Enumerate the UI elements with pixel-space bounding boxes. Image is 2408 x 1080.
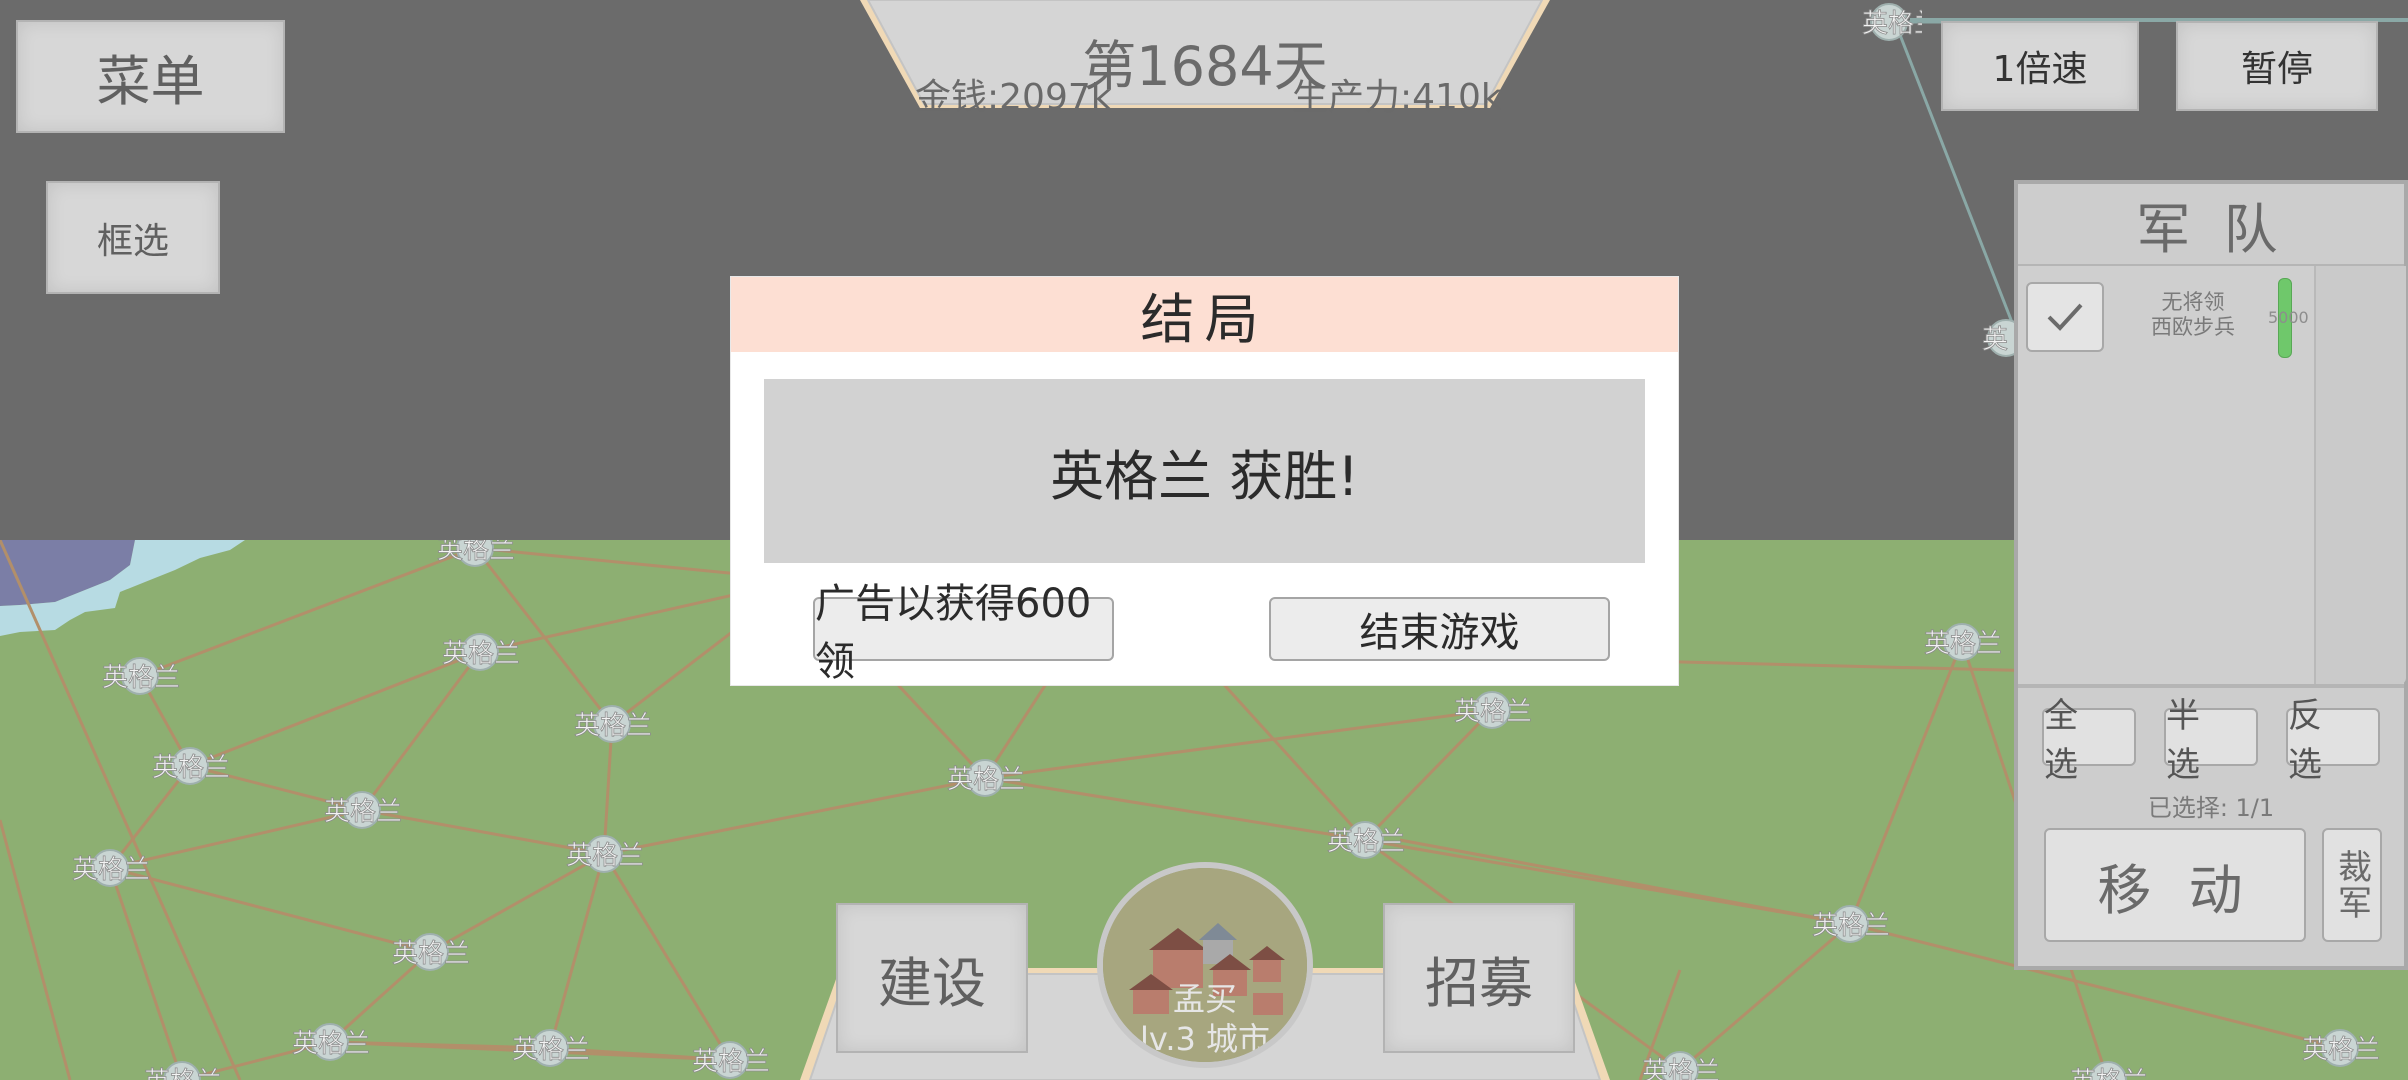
money-value: 金钱:2097k <box>915 77 1112 118</box>
production-value: 生产力:410k <box>1292 77 1502 118</box>
road-segment <box>984 708 1493 780</box>
dialog-message: 英格兰 获胜! <box>764 379 1645 563</box>
map-node-label: 英格兰 <box>566 841 644 871</box>
unit-info: 无将领 西欧步兵 <box>2128 290 2258 340</box>
end-game-button[interactable]: 结束游戏 <box>1269 597 1610 661</box>
ad-reward-button[interactable]: 广告以获得600领 <box>813 581 1114 685</box>
road-segment <box>984 776 1366 842</box>
road-segment <box>0 819 72 1080</box>
map-node-label: 英格兰 <box>102 663 180 693</box>
map-node-label: 英格兰 <box>512 1035 590 1065</box>
map-node-label: 英格兰 <box>1642 1057 1720 1080</box>
selected-count: 已选择: 1/1 <box>2147 794 2275 822</box>
city-level: lv.3 城市 <box>1139 1020 1271 1058</box>
map-node-label: 英格兰 <box>442 639 520 669</box>
map-node-label-partial: 英 <box>1982 325 2008 355</box>
map-node-label: 英格兰 <box>1862 9 1922 39</box>
map-node[interactable]: 英格兰 <box>152 747 230 785</box>
pause-button[interactable]: 暂停 <box>2176 21 2378 111</box>
road-segment <box>473 547 614 725</box>
map-node[interactable]: 英格兰 <box>1812 905 1890 943</box>
menu-button[interactable]: 菜单 <box>16 20 285 133</box>
move-button[interactable]: 移 动 <box>2044 828 2306 942</box>
map-node-label: 英格兰 <box>1327 827 1405 857</box>
road-segment <box>602 853 732 1061</box>
map-node-label: 英格兰 <box>1812 911 1890 941</box>
map-node[interactable]: 英格兰 <box>442 633 520 671</box>
unit-list[interactable]: 无将领 西欧步兵 5000 <box>2018 266 2317 684</box>
road-segment <box>603 776 986 856</box>
road-segment <box>1848 641 1964 925</box>
map-node[interactable]: 英格兰 <box>512 1029 590 1067</box>
road-segment <box>139 546 476 678</box>
speed-button[interactable]: 1倍速 <box>1941 21 2139 111</box>
road-segment <box>108 867 184 1080</box>
road-segment <box>1679 922 1851 1072</box>
map-node[interactable]: 英格兰 <box>437 540 515 567</box>
top-status-bar: 第1684天 金钱:2097k 生产力:410k <box>860 0 1550 118</box>
map-node[interactable]: 英格兰 <box>144 1061 222 1080</box>
recruit-button[interactable]: 招募 <box>1383 903 1575 1053</box>
map-node[interactable]: 英格兰 <box>102 657 180 695</box>
map-node-label: 英格兰 <box>324 797 402 827</box>
map-node[interactable]: 英格兰 <box>392 933 470 971</box>
road-segment <box>109 866 431 954</box>
map-node[interactable]: 英格兰 <box>947 759 1025 797</box>
road-segment <box>1363 708 1494 842</box>
map-node-label: 英格兰 <box>152 753 230 783</box>
map-node-top[interactable]: 英格兰 <box>1862 2 1940 42</box>
map-node[interactable]: 英格兰 <box>2302 1029 2380 1067</box>
map-node[interactable]: 英格兰 <box>72 849 150 887</box>
army-panel-title: 军 队 <box>2018 184 2404 267</box>
map-node[interactable]: 英格兰 <box>566 835 644 873</box>
map-node-label: 英格兰 <box>574 711 652 741</box>
map-node[interactable]: 英格兰 <box>1924 623 2002 661</box>
unit-general: 无将领 <box>2161 290 2225 314</box>
map-node[interactable]: 英格兰 <box>1642 1051 1720 1080</box>
road-segment <box>0 540 242 1080</box>
disband-button[interactable]: 裁军 <box>2322 828 2382 942</box>
map-node-label: 英格兰 <box>144 1067 222 1080</box>
map-node[interactable]: 英格兰 <box>324 791 402 829</box>
map-node-label: 英格兰 <box>2302 1035 2380 1065</box>
map-node[interactable]: 英格兰 <box>1327 821 1405 859</box>
road-segment <box>548 853 606 1049</box>
unit-type: 西欧步兵 <box>2151 315 2235 339</box>
city-emblem[interactable]: 孟买 lv.3 城市 <box>1097 862 1313 1068</box>
map-node[interactable]: 英格兰 <box>2070 1061 2148 1080</box>
map-node-label: 英格兰 <box>692 1047 770 1077</box>
army-panel: 军 队 无将领 西欧步兵 5000 全 选 半 选 反 选 已选择: 1/1 移… <box>2014 180 2408 970</box>
map-node[interactable]: 英格兰 <box>692 1041 770 1079</box>
map-node[interactable]: 英格兰 <box>292 1023 370 1061</box>
check-icon <box>2047 303 2083 331</box>
map-node-label: 英格兰 <box>437 540 515 565</box>
map-node-label: 英格兰 <box>947 765 1025 795</box>
map-node-label: 英格兰 <box>2070 1067 2148 1080</box>
select-all-button[interactable]: 全 选 <box>2042 696 2136 785</box>
map-node[interactable]: 英格兰 <box>574 705 652 743</box>
map-node-label: 英格兰 <box>1924 629 2002 659</box>
map-node-label: 英格兰 <box>392 939 470 969</box>
map-node-label: 英格兰 <box>292 1029 370 1059</box>
map-node[interactable]: 英格兰 <box>1454 691 1532 729</box>
dialog-title: 结局 <box>731 277 1678 352</box>
select-invert-button[interactable]: 反 选 <box>2286 696 2380 785</box>
map-node-label: 英格兰 <box>72 855 150 885</box>
box-select-button[interactable]: 框选 <box>46 181 220 294</box>
select-half-button[interactable]: 半 选 <box>2164 696 2258 785</box>
game-over-dialog: 结局 英格兰 获胜! 广告以获得600领 结束游戏 <box>731 277 1678 685</box>
unit-checkbox[interactable] <box>2026 282 2104 352</box>
build-button[interactable]: 建设 <box>836 903 1028 1053</box>
unit-count: 5000 <box>2268 308 2309 327</box>
unit-list-scrollbar[interactable] <box>2314 266 2406 684</box>
map-node-label: 英格兰 <box>1454 697 1532 727</box>
road-segment <box>602 723 614 855</box>
